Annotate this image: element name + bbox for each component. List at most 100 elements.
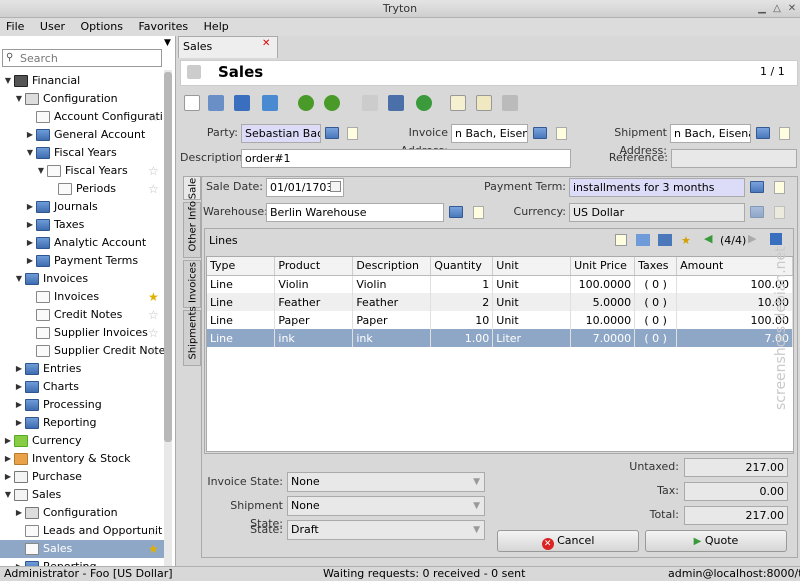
favorite-star-icon[interactable]: ☆ bbox=[148, 108, 159, 126]
column-header[interactable]: Unit Price bbox=[570, 257, 636, 276]
tree-item[interactable]: ▶ Currency bbox=[0, 432, 164, 450]
expander-down-icon[interactable]: ▼ bbox=[26, 144, 34, 162]
tree-item[interactable]: Account Configurati ☆ bbox=[0, 108, 164, 126]
quote-button[interactable]: ▶ Quote bbox=[645, 530, 787, 552]
party-search-icon[interactable] bbox=[325, 127, 339, 139]
column-header[interactable]: Quantity bbox=[430, 257, 494, 276]
expander-right-icon[interactable]: ▶ bbox=[26, 216, 34, 234]
payment-term-field[interactable]: installments for 3 months bbox=[569, 178, 745, 197]
calendar-icon[interactable] bbox=[330, 181, 341, 192]
warehouse-field[interactable]: Berlin Warehouse bbox=[266, 203, 444, 222]
invoice-address-new-icon[interactable] bbox=[556, 127, 567, 140]
tree-item[interactable]: ▶ Purchase bbox=[0, 468, 164, 486]
close-window-icon[interactable]: ✕ bbox=[786, 3, 798, 15]
expander-down-icon[interactable]: ▼ bbox=[4, 72, 12, 90]
table-row[interactable]: Line Feather Feather 2 Unit 5.0000( 0 ) 10.00 bbox=[207, 293, 793, 311]
shipment-state-select[interactable]: None ▼ bbox=[287, 496, 485, 516]
tree-item[interactable]: ▶ Entries bbox=[0, 360, 164, 378]
search-input[interactable]: ⚲ Search bbox=[2, 49, 162, 67]
tree-item[interactable]: ▶ Payment Terms bbox=[0, 252, 164, 270]
side-tab-sale[interactable]: Sale bbox=[183, 176, 201, 200]
sidebar-scroll-thumb[interactable] bbox=[164, 72, 172, 442]
tree-item[interactable]: ▶ Taxes bbox=[0, 216, 164, 234]
expander-right-icon[interactable]: ▶ bbox=[26, 234, 34, 252]
action-icon[interactable] bbox=[388, 95, 404, 111]
menu-help[interactable]: Help bbox=[198, 18, 235, 36]
tree-item[interactable]: Invoices ★ bbox=[0, 288, 164, 306]
expander-right-icon[interactable]: ▶ bbox=[4, 432, 12, 450]
tree-item[interactable]: Credit Notes ☆ bbox=[0, 306, 164, 324]
favorite-star-icon[interactable]: ☆ bbox=[148, 324, 159, 342]
expander-right-icon[interactable]: ▶ bbox=[15, 378, 23, 396]
invoice-state-select[interactable]: None ▼ bbox=[287, 472, 485, 492]
expander-right-icon[interactable]: ▶ bbox=[26, 126, 34, 144]
maximize-icon[interactable]: △ bbox=[771, 3, 783, 15]
column-header[interactable]: Product bbox=[274, 257, 354, 276]
save-icon[interactable] bbox=[208, 95, 224, 111]
favorite-star-icon[interactable]: ☆ bbox=[148, 306, 159, 324]
warehouse-search-icon[interactable] bbox=[449, 206, 463, 218]
lines-favorite-icon[interactable]: ★ bbox=[681, 234, 691, 247]
menu-user[interactable]: User bbox=[34, 18, 71, 36]
expander-down-icon[interactable]: ▼ bbox=[15, 90, 23, 108]
currency-search-icon[interactable] bbox=[750, 206, 764, 218]
favorite-star-icon[interactable]: ☆ bbox=[148, 180, 159, 198]
tree-item[interactable]: ▶ Configuration bbox=[0, 504, 164, 522]
tree-item[interactable]: Supplier Invoices ☆ bbox=[0, 324, 164, 342]
invoice-address-field[interactable]: n Bach, Eisenach bbox=[451, 124, 528, 143]
tree-item[interactable]: ▼ Fiscal Years ☆ bbox=[0, 162, 164, 180]
column-header[interactable]: Taxes bbox=[634, 257, 678, 276]
tree-item[interactable]: ▼ Sales bbox=[0, 486, 164, 504]
lines-next-icon[interactable]: ▶ bbox=[748, 232, 756, 245]
new-icon[interactable] bbox=[184, 95, 200, 111]
favorite-star-icon[interactable]: ★ bbox=[148, 288, 159, 306]
tab-close-icon[interactable]: ✕ bbox=[262, 39, 272, 49]
column-header[interactable]: Description bbox=[352, 257, 432, 276]
tree-item[interactable]: ▼ Invoices bbox=[0, 270, 164, 288]
expander-down-icon[interactable]: ▼ bbox=[4, 486, 12, 504]
lines-previous-icon[interactable]: ◀ bbox=[704, 232, 712, 245]
side-tab-shipments[interactable]: Shipments bbox=[183, 306, 201, 366]
party-field[interactable]: Sebastian Bach bbox=[241, 124, 321, 143]
tree-item[interactable]: ▼ Configuration bbox=[0, 90, 164, 108]
currency-field[interactable]: US Dollar bbox=[569, 203, 745, 222]
shipment-address-field[interactable]: n Bach, Eisenach bbox=[670, 124, 751, 143]
expander-right-icon[interactable]: ▶ bbox=[15, 504, 23, 522]
shipment-address-search-icon[interactable] bbox=[756, 127, 770, 139]
tree-item[interactable]: ▶ Analytic Account bbox=[0, 234, 164, 252]
next-icon[interactable] bbox=[324, 95, 340, 111]
expander-right-icon[interactable]: ▶ bbox=[4, 468, 12, 486]
print-icon[interactable] bbox=[502, 95, 518, 111]
lines-new-icon[interactable] bbox=[615, 234, 627, 246]
tree-item[interactable]: ▶ General Account bbox=[0, 126, 164, 144]
expander-right-icon[interactable]: ▶ bbox=[15, 360, 23, 378]
expander-right-icon[interactable]: ▶ bbox=[26, 198, 34, 216]
menu-file[interactable]: File bbox=[0, 18, 30, 36]
table-row[interactable]: Line Violin Violin 1 Unit 100.0000( 0 ) 100.00 bbox=[207, 275, 793, 293]
favorite-star-icon[interactable]: ☆ bbox=[148, 342, 159, 360]
description-field[interactable]: order#1 bbox=[241, 149, 571, 168]
column-header[interactable]: Type bbox=[207, 257, 276, 276]
attachment-icon[interactable] bbox=[362, 95, 378, 111]
sidebar-collapse-icon[interactable]: ▼ bbox=[164, 38, 171, 48]
email-icon[interactable] bbox=[476, 95, 492, 111]
menu-favorites[interactable]: Favorites bbox=[132, 18, 194, 36]
shipment-address-new-icon[interactable] bbox=[779, 127, 790, 140]
state-select[interactable]: Draft ▼ bbox=[287, 520, 485, 540]
favorite-star-icon[interactable]: ★ bbox=[148, 540, 159, 558]
expander-right-icon[interactable]: ▶ bbox=[15, 414, 23, 432]
report-icon[interactable] bbox=[450, 95, 466, 111]
expander-right-icon[interactable]: ▶ bbox=[15, 396, 23, 414]
side-tab-other-info[interactable]: Other Info bbox=[183, 201, 201, 258]
expander-right-icon[interactable]: ▶ bbox=[26, 252, 34, 270]
reference-field[interactable] bbox=[671, 149, 797, 168]
relate-icon[interactable] bbox=[416, 95, 432, 111]
tree-item[interactable]: ▼ Fiscal Years bbox=[0, 144, 164, 162]
tree-item[interactable]: ▶ Reporting bbox=[0, 414, 164, 432]
tree-item[interactable]: ▼ Financial bbox=[0, 72, 164, 90]
side-tab-invoices[interactable]: Invoices bbox=[183, 260, 201, 308]
table-row[interactable]: Line ink ink 1.00 Liter 7.0000( 0 ) 7.00 bbox=[207, 329, 793, 347]
column-header[interactable]: Unit bbox=[492, 257, 572, 276]
tree-item[interactable]: Supplier Credit Note ☆ bbox=[0, 342, 164, 360]
cancel-button[interactable]: ✕ Cancel bbox=[497, 530, 639, 552]
